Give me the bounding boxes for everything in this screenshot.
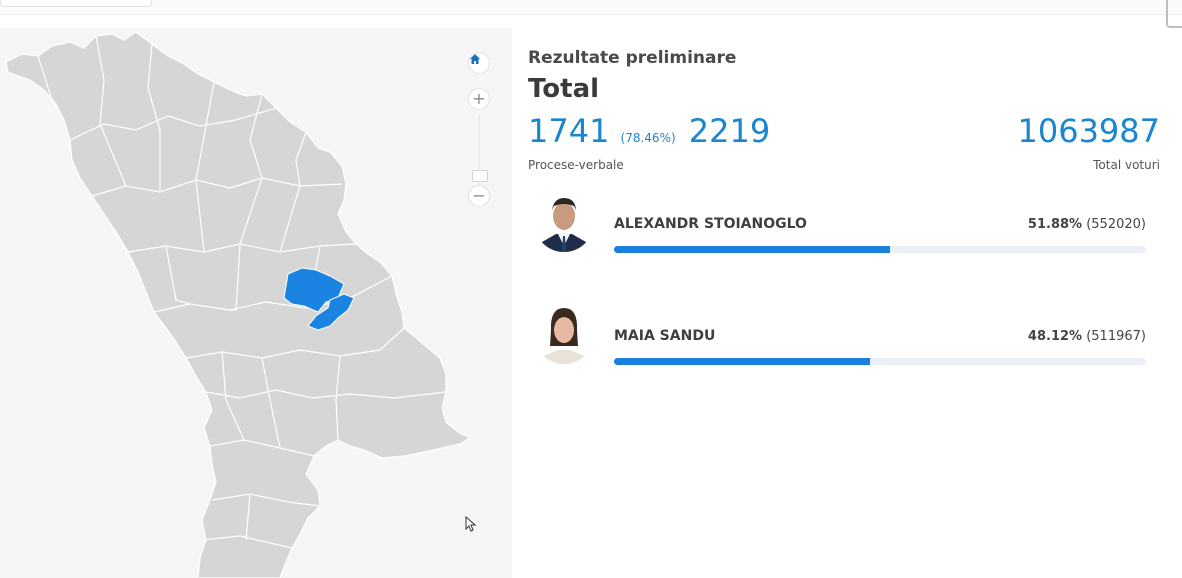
results-subtitle: Rezultate preliminare — [528, 48, 737, 68]
candidate-progress-bar — [614, 358, 1146, 365]
protocols-percent: (78.46%) — [620, 131, 676, 145]
mouse-cursor-icon — [465, 516, 477, 532]
results-title: Total — [528, 74, 600, 104]
candidate-name: MAIA SANDU — [614, 328, 716, 344]
total-votes-label: Total voturi — [1093, 158, 1160, 172]
candidate-photo-sandu — [534, 304, 594, 364]
candidate-percent: 51.88% — [1027, 217, 1083, 232]
candidate-percent: 48.12% — [1027, 329, 1083, 344]
top-right-corner-mark — [1166, 0, 1182, 28]
candidate-votes: (511967) — [1086, 329, 1146, 344]
candidate-progress-fill — [614, 358, 870, 365]
candidate-progress-bar — [614, 246, 1146, 253]
moldova-map[interactable] — [0, 28, 512, 578]
minus-icon: − — [472, 186, 486, 205]
top-left-tab-stub — [0, 0, 152, 7]
candidate-photo-stoianoglo — [534, 192, 594, 252]
browser-top-strip — [0, 0, 1182, 28]
zoom-slider-handle[interactable] — [472, 170, 488, 182]
candidate-row-sandu[interactable]: MAIA SANDU 48.12% (511967) — [528, 300, 1160, 380]
results-panel: Rezultate preliminare Total 1741 (78.46%… — [528, 44, 1160, 384]
candidate-progress-fill — [614, 246, 890, 253]
candidate-share: 51.88% (552020) — [1028, 217, 1146, 232]
map-home-button[interactable] — [468, 52, 490, 74]
protocols-count: 1741 (78.46%) 2219 — [528, 112, 770, 150]
map-zoom-out-button[interactable]: − — [468, 185, 490, 207]
candidate-share: 48.12% (511967) — [1028, 329, 1146, 344]
candidate-row-stoianoglo[interactable]: ALEXANDR STOIANOGLO 51.88% (552020) — [528, 188, 1160, 268]
candidate-name: ALEXANDR STOIANOGLO — [614, 216, 807, 232]
protocols-counted: 1741 — [528, 112, 610, 150]
map-panel[interactable]: + − — [0, 28, 512, 578]
candidate-votes: (552020) — [1086, 217, 1146, 232]
home-icon — [470, 54, 480, 64]
map-zoom-in-button[interactable]: + — [468, 88, 490, 110]
protocols-label: Procese-verbale — [528, 158, 624, 172]
protocols-total: 2219 — [688, 112, 771, 150]
total-votes-value: 1063987 — [1017, 112, 1160, 150]
plus-icon: + — [472, 89, 486, 108]
